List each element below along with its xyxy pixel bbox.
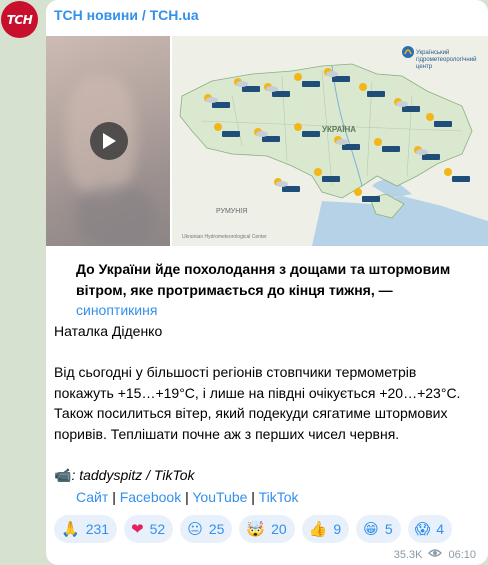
headline: До України йде похолодання з дощами та ш… [76, 261, 451, 298]
neutral-face-icon: 😐 [187, 520, 203, 538]
link-site[interactable]: Сайт [76, 489, 108, 505]
scream-icon: 😱 [414, 520, 431, 538]
reaction-heart[interactable]: ❤ 52 [124, 515, 174, 543]
play-icon[interactable] [90, 122, 128, 160]
message-text: До України йде похолодання з дощами та ш… [54, 259, 474, 486]
weather-map-image[interactable]: УКРАЇНА Український гідрометеорологічний… [172, 36, 488, 246]
svg-text:УКРАЇНА: УКРАЇНА [322, 125, 356, 134]
message-time: 06:10 [448, 548, 476, 561]
video-thumbnail[interactable] [46, 36, 170, 246]
link-separator: | [251, 489, 255, 505]
thumbs-up-icon: 👍 [308, 520, 328, 538]
reaction-count: 4 [436, 521, 445, 537]
grin-icon: 😁 [363, 520, 379, 538]
author-name: Наталка Діденко [54, 322, 163, 339]
credit-line: 📹: taddyspitz / TikTok [54, 467, 195, 483]
link-facebook[interactable]: Facebook [120, 489, 181, 505]
message-meta: 35.3K 06:10 [394, 548, 476, 561]
message-bubble: ТСН новини / TCH.ua УКРАЇНА Український … [46, 0, 488, 565]
view-count: 35.3K [393, 548, 423, 561]
reaction-neutral-face[interactable]: 😐 25 [180, 515, 233, 543]
heart-icon: ❤ [131, 520, 144, 538]
reaction-count: 25 [208, 521, 225, 537]
channel-name[interactable]: ТСН новини / TCH.ua [54, 7, 199, 23]
map-label-neighbor: РУМУНІЯ [216, 208, 248, 215]
reaction-count: 9 [333, 521, 342, 537]
reactions-bar: 🙏 231 ❤ 52 😐 25 🤯 20 👍 9 😁 5 😱 4 [54, 515, 453, 543]
exploding-head-icon: 🤯 [246, 520, 266, 538]
headline-link[interactable]: синоптикиня [76, 302, 157, 318]
map-logo-text: Український гідрометеорологічний центр [416, 50, 477, 70]
media-album: УКРАЇНА Український гідрометеорологічний… [46, 36, 488, 246]
reaction-pray[interactable]: 🙏 231 [54, 515, 118, 543]
eye-icon [428, 548, 443, 561]
reaction-count: 20 [271, 521, 287, 537]
body-text: Від сьогодні у більшості регіонів стовпч… [54, 364, 461, 442]
pray-icon: 🙏 [61, 520, 80, 538]
link-tiktok[interactable]: TikTok [259, 489, 299, 505]
reaction-count: 52 [149, 521, 166, 537]
reaction-grin[interactable]: 😁 5 [356, 515, 401, 543]
link-separator: | [112, 489, 116, 505]
camera-icon: 📹 [54, 467, 72, 483]
channel-avatar[interactable]: ТСН [1, 1, 38, 38]
map-footer: Ukrainian Hydrometeorological Center [182, 234, 267, 240]
link-separator: | [185, 489, 189, 505]
social-links: Сайт | Facebook | YouTube | TikTok [76, 489, 299, 505]
reaction-count: 5 [384, 521, 393, 537]
reaction-thumbs-up[interactable]: 👍 9 [301, 515, 350, 543]
reaction-count: 231 [85, 521, 110, 537]
link-youtube[interactable]: YouTube [192, 489, 247, 505]
reaction-scream[interactable]: 😱 4 [407, 515, 453, 543]
reaction-exploding-head[interactable]: 🤯 20 [239, 515, 295, 543]
